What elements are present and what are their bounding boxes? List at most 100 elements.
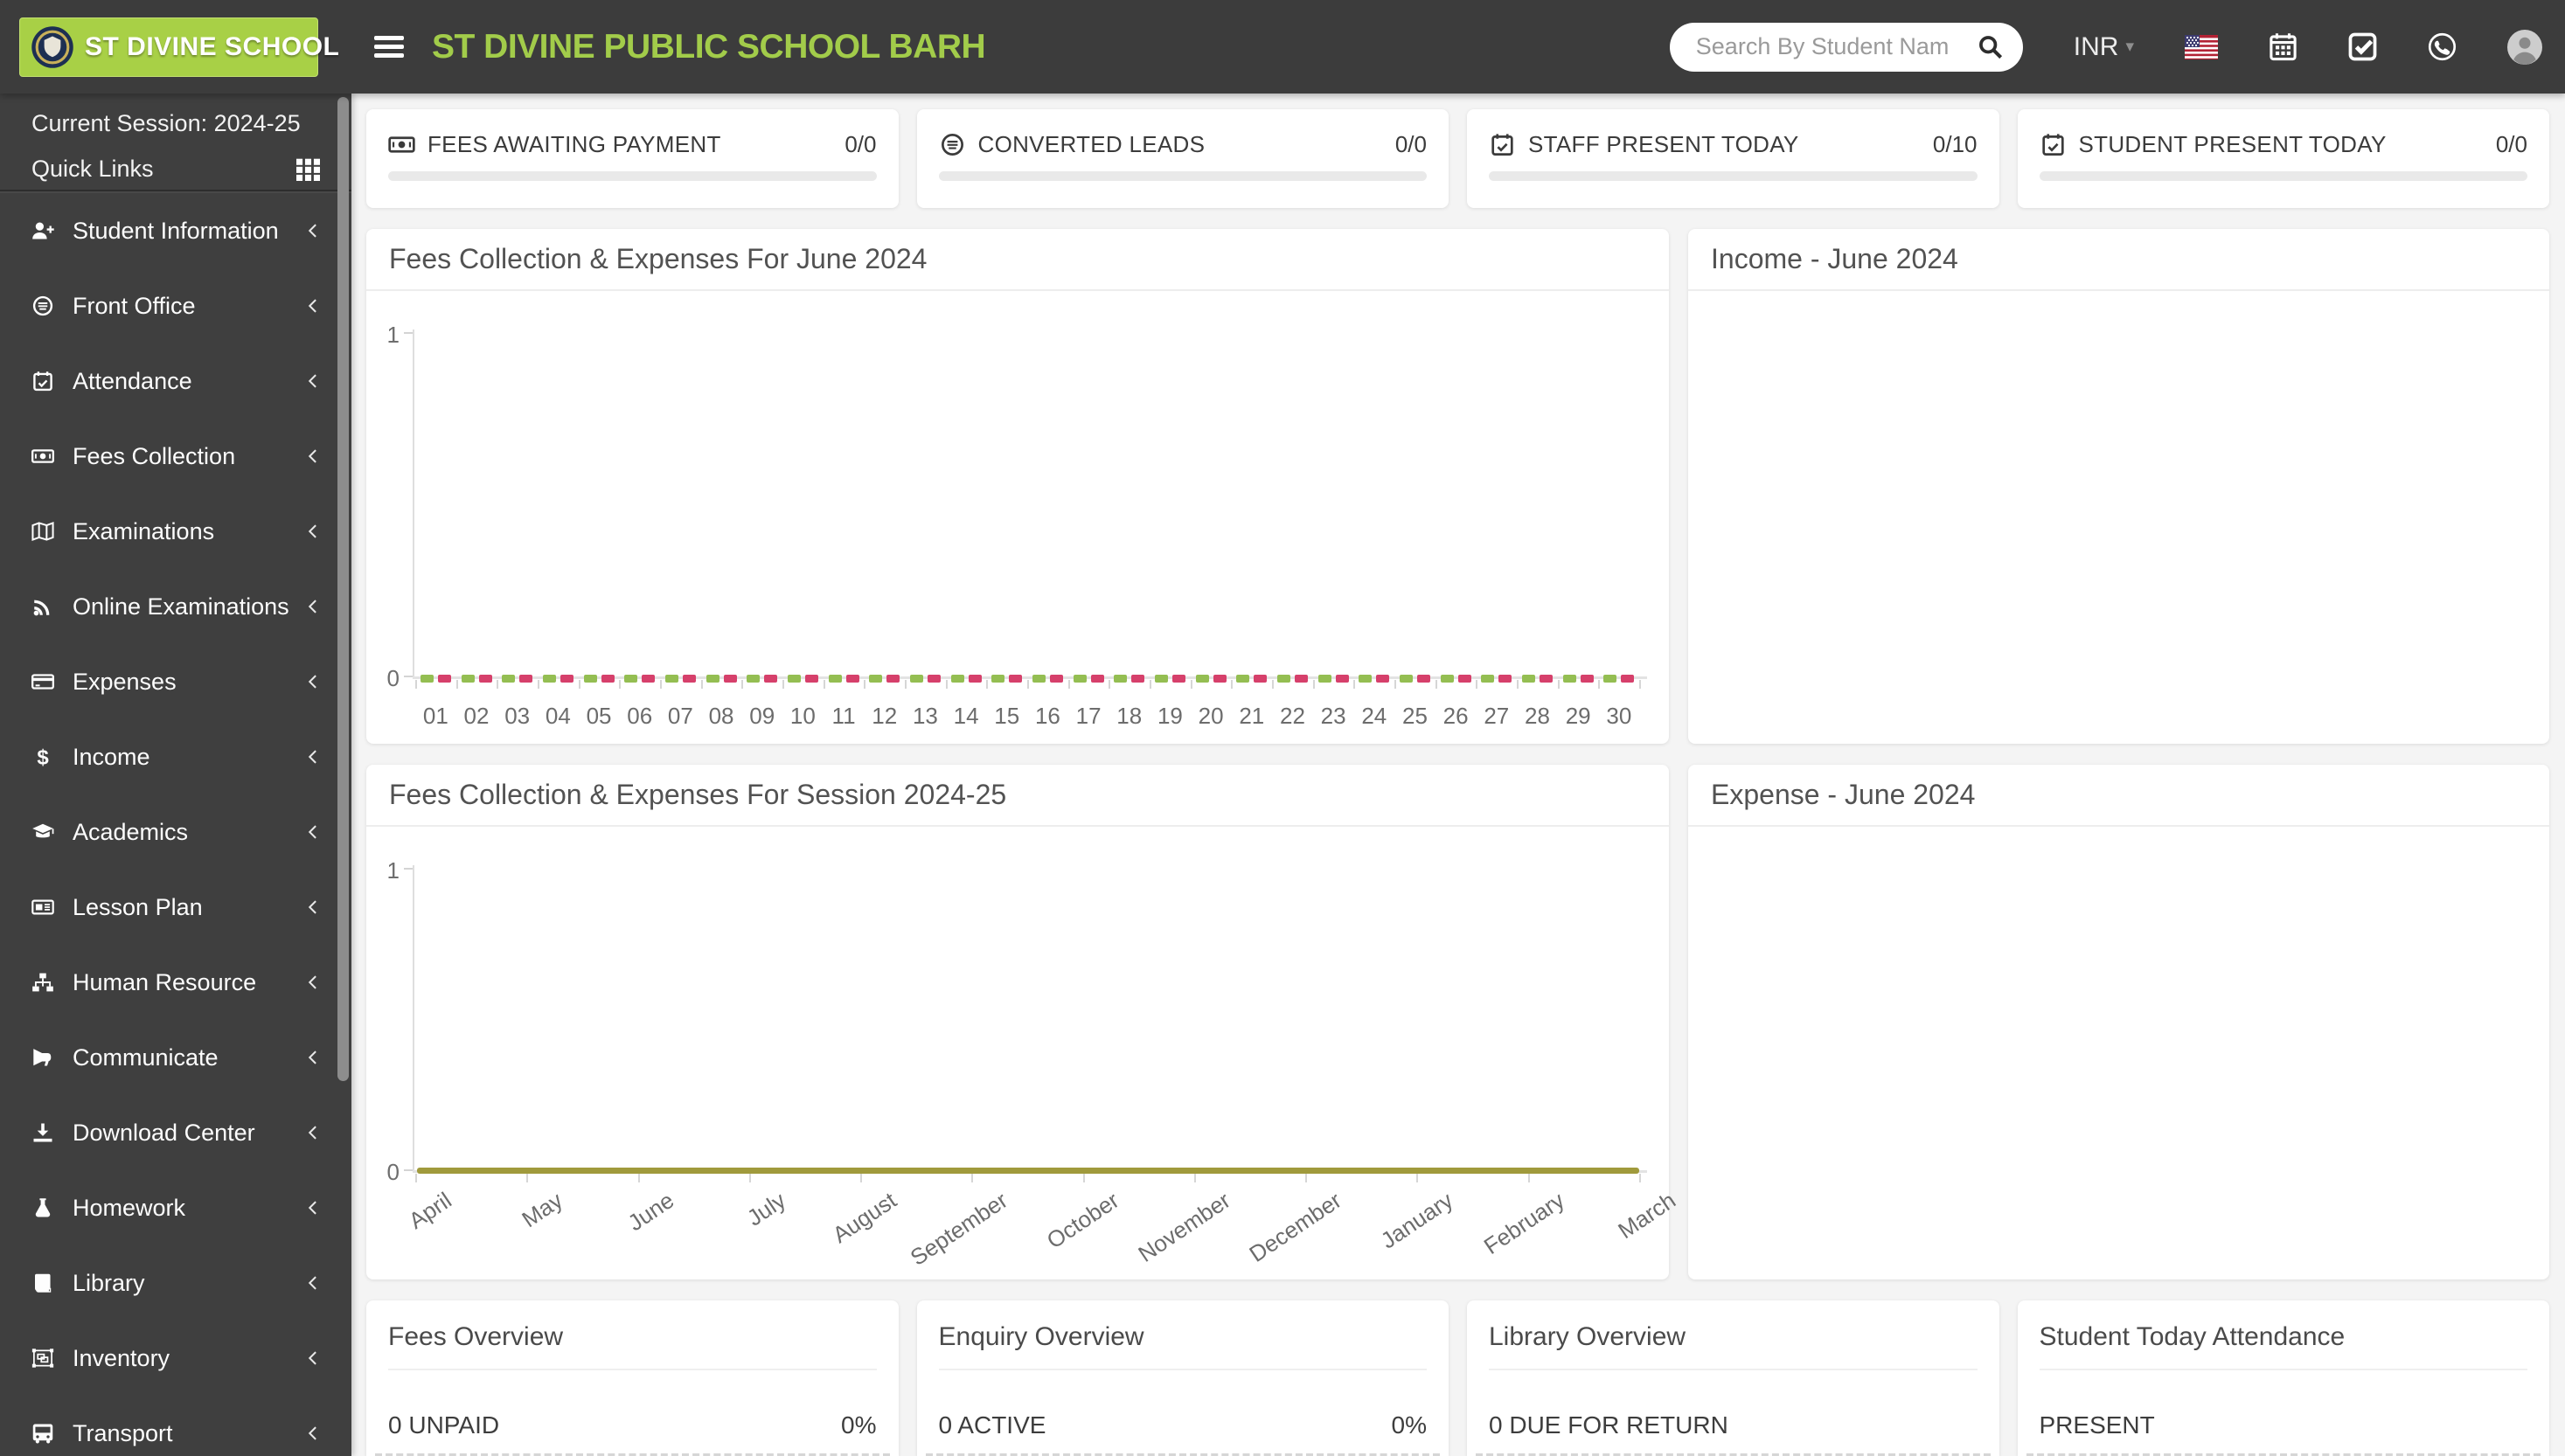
sidebar-item[interactable]: Expenses [0, 644, 351, 719]
daily-fees-chart: 1001020304050607080910111213141516171819… [366, 291, 1669, 742]
bar-expenses [1581, 675, 1594, 683]
x-tick-label: 08 [709, 703, 734, 730]
bar-fees-collection [1318, 675, 1331, 683]
hamburger-menu-icon[interactable] [374, 31, 404, 62]
chevron-left-icon [304, 296, 322, 315]
day-group: 08 [701, 674, 742, 730]
x-tick-label: April [404, 1187, 456, 1235]
language-flag-icon[interactable] [2185, 34, 2218, 60]
task-check-icon[interactable] [2348, 32, 2377, 61]
bar-fees-collection [747, 675, 760, 683]
charts-row-1: Fees Collection & Expenses For June 2024… [366, 229, 2549, 744]
search-icon[interactable] [1978, 34, 2004, 60]
day-group: 03 [497, 674, 538, 730]
bar-expenses [1131, 675, 1144, 683]
x-tick-label: 16 [1035, 703, 1060, 730]
whatsapp-icon[interactable] [2428, 32, 2457, 61]
stat-progress-bar [2040, 171, 2528, 181]
sidebar-item-label: Income [73, 744, 304, 771]
sidebar-item[interactable]: Online Examinations [0, 569, 351, 644]
overview-card: Student Today Attendance PRESENT [2018, 1300, 2550, 1456]
sidebar-item[interactable]: Human Resource [0, 945, 351, 1020]
school-logo[interactable]: ST DIVINE SCHOOL [19, 17, 318, 77]
money-icon [388, 133, 415, 156]
stat-card-value: 0/0 [1395, 131, 1427, 158]
quick-links[interactable]: Quick Links [0, 148, 351, 191]
day-group: 09 [741, 674, 782, 730]
chevron-left-icon [304, 371, 322, 391]
grid-icon[interactable] [296, 157, 320, 181]
overview-card-title: Student Today Attendance [2040, 1322, 2528, 1352]
x-tick-label: 07 [668, 703, 693, 730]
overview-cards-row: Fees Overview 0 UNPAID 0% Enquiry Overvi… [366, 1300, 2549, 1456]
expense-panel-title: Expense - June 2024 [1688, 765, 2549, 827]
day-group: 02 [456, 674, 497, 730]
x-tick-label: 10 [790, 703, 816, 730]
sidebar-item-label: Communicate [73, 1044, 304, 1071]
day-group: 13 [905, 674, 946, 730]
stat-card-label: CONVERTED LEADS [978, 131, 1383, 158]
sidebar-item[interactable]: Inventory [0, 1321, 351, 1396]
sidebar-item[interactable]: Front Office [0, 268, 351, 343]
stat-progress-bar [939, 171, 1428, 181]
stat-card-value: 0/0 [845, 131, 876, 158]
front-office-icon [31, 295, 58, 317]
sidebar-item[interactable]: Fees Collection [0, 419, 351, 494]
student-search [1670, 23, 2023, 72]
flask-icon [31, 1196, 58, 1219]
sidebar-item[interactable]: Homework [0, 1170, 351, 1245]
sidebar-item[interactable]: Academics [0, 794, 351, 870]
bar-expenses [1254, 675, 1267, 683]
bar-fees-collection [869, 675, 882, 683]
sidebar-item[interactable]: Library [0, 1245, 351, 1321]
sidebar-item-label: Transport [73, 1420, 304, 1447]
day-group: 30 [1598, 674, 1639, 730]
bar-expenses [1050, 675, 1063, 683]
sidebar-item-label: Fees Collection [73, 443, 304, 470]
sidebar-item[interactable]: $ Income [0, 719, 351, 794]
bar-expenses [683, 675, 696, 683]
income-panel-title: Income - June 2024 [1688, 229, 2549, 291]
day-group: 17 [1068, 674, 1109, 730]
bar-expenses [886, 675, 900, 683]
stat-card: FEES AWAITING PAYMENT 0/0 [366, 109, 899, 208]
stat-card-label: STAFF PRESENT TODAY [1528, 131, 1921, 158]
user-plus-icon [31, 219, 58, 242]
sidebar-item[interactable]: Lesson Plan [0, 870, 351, 945]
user-avatar[interactable] [2507, 30, 2542, 65]
credit-card-icon [31, 670, 58, 693]
bar-fees-collection [1603, 675, 1616, 683]
sidebar-item[interactable]: Communicate [0, 1020, 351, 1095]
sidebar-scrollbar[interactable] [337, 97, 349, 1081]
x-tick-label: 15 [994, 703, 1019, 730]
sidebar-item[interactable]: Student Information [0, 193, 351, 268]
overview-card: Library Overview 0 DUE FOR RETURN [1467, 1300, 1999, 1456]
day-group: 06 [619, 674, 660, 730]
day-group: 19 [1150, 674, 1191, 730]
bar-fees-collection [991, 675, 1004, 683]
x-tick-label: 27 [1484, 703, 1509, 730]
calendar-check-icon [2040, 133, 2067, 156]
sidebar-item-label: Student Information [73, 218, 304, 245]
overview-card-title: Library Overview [1489, 1322, 1978, 1352]
x-tick-label: 01 [423, 703, 448, 730]
day-group: 05 [579, 674, 620, 730]
search-input[interactable] [1694, 32, 1978, 61]
current-session-label: Current Session: 2024-25 [0, 99, 351, 148]
day-group: 24 [1353, 674, 1394, 730]
currency-label: INR [2074, 32, 2119, 62]
bar-expenses [928, 675, 941, 683]
sidebar-item[interactable]: Examinations [0, 494, 351, 569]
sidebar-item[interactable]: Transport [0, 1396, 351, 1456]
calendar-icon[interactable] [2269, 32, 2297, 61]
sidebar-item[interactable]: Attendance [0, 343, 351, 419]
graduation-cap-icon [31, 821, 58, 843]
bar-expenses [1376, 675, 1389, 683]
bar-fees-collection [1032, 675, 1046, 683]
bar-expenses [1336, 675, 1349, 683]
currency-selector[interactable]: INR ▾ [2074, 32, 2134, 62]
x-tick-label: 12 [872, 703, 897, 730]
chevron-left-icon [304, 1048, 322, 1067]
sidebar-item[interactable]: Download Center [0, 1095, 351, 1170]
x-tick-label: January [1376, 1187, 1458, 1254]
